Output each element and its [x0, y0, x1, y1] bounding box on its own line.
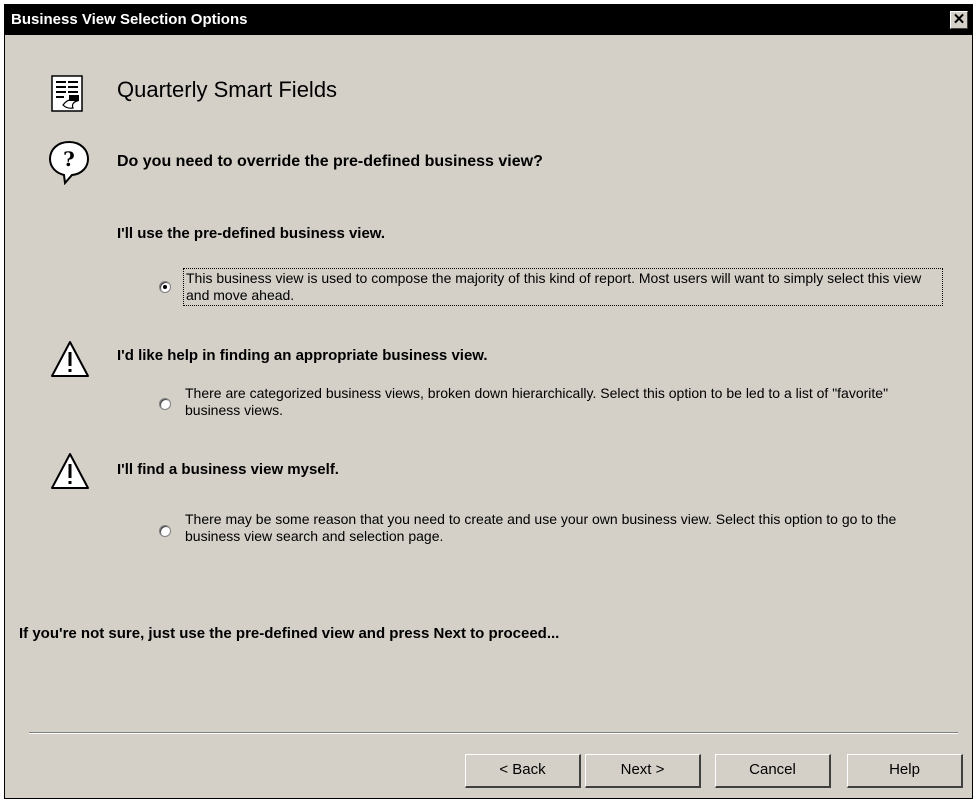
window-title: Business View Selection Options — [11, 11, 248, 28]
page-title: Quarterly Smart Fields — [117, 77, 338, 102]
question-text: Do you need to override the pre-defined … — [117, 153, 543, 170]
dialog-window: Business View Selection Options ✕ Quarte… — [4, 4, 973, 799]
radio-find-view-myself[interactable] — [159, 525, 171, 537]
footer-divider — [29, 732, 958, 734]
close-button[interactable]: ✕ — [950, 11, 968, 29]
next-button[interactable]: Next > — [585, 754, 701, 788]
option-description-predefined[interactable]: This business view is used to compose th… — [183, 268, 943, 306]
radio-selected-dot — [163, 285, 167, 289]
warning-icon — [51, 453, 89, 489]
title-bar: Business View Selection Options ✕ — [5, 5, 972, 35]
radio-predefined-view[interactable] — [159, 281, 171, 293]
help-button[interactable]: Help — [847, 754, 963, 788]
option-description-help[interactable]: There are categorized business views, br… — [185, 385, 945, 419]
back-button[interactable]: < Back — [465, 754, 581, 788]
svg-text:?: ? — [63, 147, 75, 171]
question-icon: ? — [48, 140, 90, 185]
option-heading-help: I'd like help in finding an appropriate … — [117, 347, 488, 364]
warning-icon — [51, 341, 89, 377]
radio-help-finding-view[interactable] — [159, 398, 171, 410]
document-icon — [51, 75, 83, 112]
option-description-find-myself[interactable]: There may be some reason that you need t… — [185, 511, 945, 545]
hint-text: If you're not sure, just use the pre-def… — [19, 625, 560, 642]
option-heading-find-myself: I'll find a business view myself. — [117, 461, 339, 478]
option-heading-predefined: I'll use the pre-defined business view. — [117, 225, 386, 242]
cancel-button[interactable]: Cancel — [715, 754, 831, 788]
close-icon: ✕ — [952, 11, 966, 28]
